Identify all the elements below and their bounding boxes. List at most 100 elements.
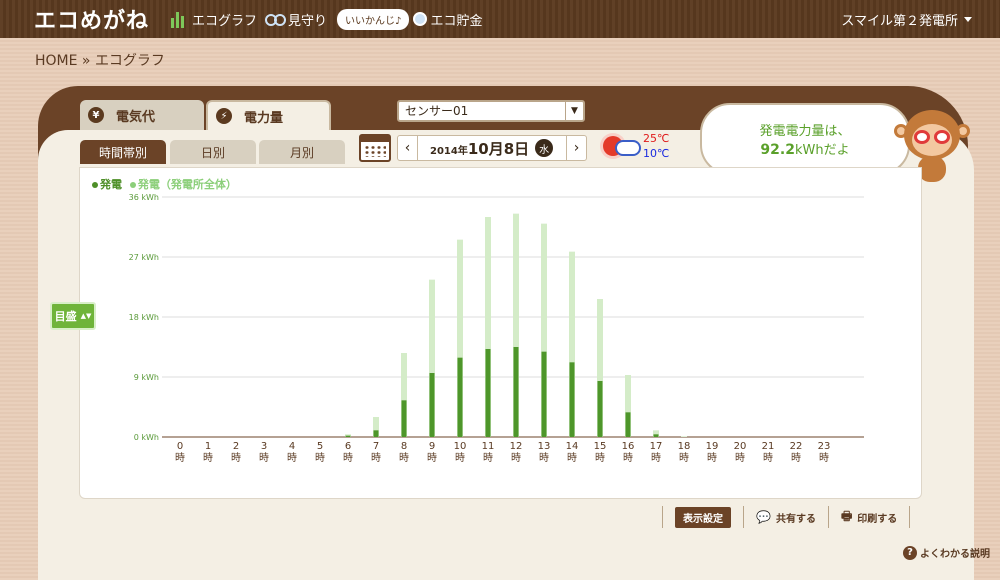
temperature-low: 10℃ [643,147,670,160]
app-logo[interactable]: エコめがね [34,3,149,35]
sensor-select-value: センサー01 [405,104,469,118]
bar-generation [429,373,435,437]
x-tick-label: 21 [762,441,775,452]
x-tick-suffix: 時 [343,452,353,464]
x-tick-suffix: 時 [819,452,829,464]
bar-generation [373,430,379,437]
y-tick-label: 0 kWh [134,433,159,442]
bar-generation [485,349,491,437]
x-tick-suffix: 時 [315,452,325,464]
date-year: 2014年 [430,145,468,157]
x-tick-suffix: 時 [735,452,745,464]
x-tick-label: 10 [454,441,467,452]
nav-eco-graph-label: エコグラフ [192,13,258,29]
date-day: 10月8日 [467,139,530,158]
y-tick-label: 9 kWh [134,373,159,382]
display-settings-label: 表示設定 [675,506,731,528]
bar-generation-all [681,436,687,437]
tab-power-amount[interactable]: ⚡ 電力量 [206,100,331,130]
prev-date-button[interactable]: ‹ [398,136,418,160]
nav-eco-graph[interactable]: エコグラフ [171,10,257,29]
x-tick-suffix: 時 [203,452,213,464]
next-date-button[interactable]: › [566,136,586,160]
site-selector[interactable]: スマイル第２発電所 [841,10,972,29]
scale-button[interactable]: 目盛 ▲▼ [50,302,96,330]
nav-eco-savings[interactable]: エコ貯金 [413,10,482,29]
chart-panel: 発電 発電（発電所全体） 0 kWh 9 kWh 18 kWh 27 kWh 36 kW… [79,167,922,499]
x-tick-suffix: 時 [791,452,801,464]
question-icon: ? [903,545,917,560]
x-tick-label: 23 [818,441,831,452]
site-name: スマイル第２発電所 [841,13,958,29]
x-tick-label: 4 [289,441,295,452]
main-nav: エコグラフ 見守り いいかんじ♪ エコ貯金 [171,8,490,30]
x-tick-label: 18 [678,441,691,452]
x-tick-suffix: 時 [707,452,717,464]
x-tick-suffix: 時 [259,452,269,464]
x-tick-label: 6 [345,441,351,452]
date-selector: ‹ 2014年10月8日 水 › [397,135,587,161]
share-button[interactable]: 💬 共有する [744,510,828,525]
calendar-icon[interactable] [359,134,391,162]
power-chart: 0 kWh9 kWh18 kWh27 kWh36 kWh0時1時2時3時4時5時… [129,193,864,464]
x-tick-suffix: 時 [763,452,773,464]
speech-bubble-icon: 💬 [756,510,771,524]
bar-generation [625,412,631,437]
print-button[interactable]: 🖶 印刷する [829,507,909,528]
bar-generation [457,357,463,437]
chevron-down-icon: ▼ [565,102,583,120]
x-tick-suffix: 時 [595,452,605,464]
coin-icon [413,12,428,26]
x-tick-label: 14 [566,441,579,452]
weekday-badge: 水 [535,139,554,157]
share-label: 共有する [775,513,816,525]
tab-electricity-cost-label: 電気代 [116,109,156,125]
tab-hourly[interactable]: 時間帯別 [80,140,166,164]
x-tick-suffix: 時 [679,452,689,464]
display-settings-button[interactable]: 表示設定 [663,506,743,528]
x-tick-label: 22 [790,441,803,452]
status-bubble: いいかんじ♪ [337,8,410,30]
bar-generation [401,400,407,437]
x-tick-suffix: 時 [567,452,577,464]
sort-arrows-icon: ▲▼ [80,312,92,320]
x-tick-label: 3 [261,441,267,452]
x-tick-label: 12 [510,441,523,452]
top-bar: エコめがね エコグラフ 見守り いいかんじ♪ エコ貯金 スマイル第２発電所 [0,0,1000,38]
tab-monthly[interactable]: 月別 [259,140,345,164]
sensor-select[interactable]: センサー01 ▼ [397,100,585,122]
x-tick-label: 15 [594,441,607,452]
tab-daily[interactable]: 日別 [170,140,256,164]
x-tick-suffix: 時 [483,452,493,464]
x-tick-label: 19 [706,441,719,452]
bar-generation [541,351,547,437]
bar-generation [597,381,603,437]
tab-electricity-cost[interactable]: ¥ 電気代 [80,100,204,130]
speech-bubble: 発電電力量は、 92.2kWhだよ [700,103,910,175]
x-tick-suffix: 時 [427,452,437,464]
help-label: よくわかる説明 [920,549,990,560]
help-link[interactable]: ? よくわかる説明 [903,545,990,560]
x-tick-label: 9 [429,441,435,452]
x-tick-label: 16 [622,441,635,452]
x-tick-suffix: 時 [455,452,465,464]
x-tick-suffix: 時 [371,452,381,464]
y-tick-label: 36 kWh [129,193,159,202]
caret-down-icon [964,16,972,22]
x-tick-suffix: 時 [623,452,633,464]
temperature-high: 25℃ [643,132,670,145]
bar-generation [569,362,575,437]
bottom-toolbar: 表示設定 💬 共有する 🖶 印刷する [662,505,911,529]
nav-mimamori[interactable]: 見守り [265,10,327,29]
bar-generation [345,435,351,437]
tab-power-amount-label: 電力量 [244,110,284,126]
x-tick-label: 13 [538,441,551,452]
glasses-icon [265,12,287,26]
x-tick-label: 2 [233,441,239,452]
print-label: 印刷する [857,513,898,525]
bar-chart-icon [171,10,189,28]
lightning-icon: ⚡ [216,108,232,124]
cloud-icon [615,140,641,156]
nav-mimamori-label: 見守り [288,13,328,29]
x-tick-suffix: 時 [399,452,409,464]
